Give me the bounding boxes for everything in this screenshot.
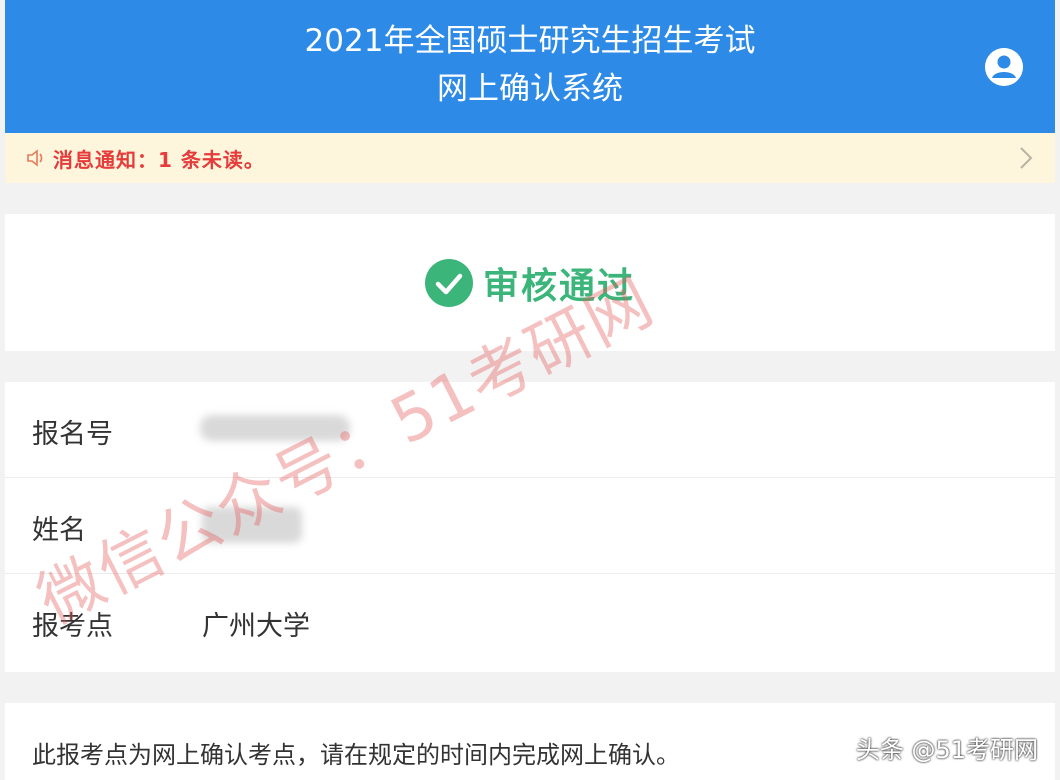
redacted-value — [202, 507, 302, 543]
credit-watermark: 头条 @51考研网 — [855, 736, 1038, 764]
status-card: 审核通过 — [5, 214, 1055, 351]
notice-text: 消息通知：1 条未读。 — [53, 147, 265, 172]
speaker-icon — [27, 149, 43, 167]
redacted-value — [200, 415, 350, 441]
info-card: 报名号 姓名 报考点 广州大学 — [5, 382, 1055, 672]
notice-bar[interactable]: 消息通知：1 条未读。 — [5, 133, 1055, 183]
app-header: 2021年全国硕士研究生招生考试 网上确认系统 — [5, 0, 1055, 133]
header-title-line1: 2021年全国硕士研究生招生考试 — [304, 23, 756, 59]
info-key: 姓名 — [32, 515, 86, 546]
check-circle-icon — [424, 258, 473, 307]
user-avatar-icon[interactable] — [985, 48, 1023, 86]
note-text: 此报考点为网上确认考点，请在规定的时间内完成网上确认。 — [32, 741, 680, 769]
chevron-right-icon[interactable] — [1019, 146, 1033, 170]
info-key: 报考点 — [32, 611, 113, 642]
info-row-registration-number: 报名号 — [5, 382, 1055, 478]
info-value: 广州大学 — [202, 611, 310, 642]
status-label: 审核通过 — [482, 265, 635, 307]
info-key: 报名号 — [32, 419, 113, 450]
header-title-line2: 网上确认系统 — [437, 71, 623, 107]
info-row-exam-site: 报考点 广州大学 — [5, 574, 1055, 669]
info-row-name: 姓名 — [5, 478, 1055, 574]
